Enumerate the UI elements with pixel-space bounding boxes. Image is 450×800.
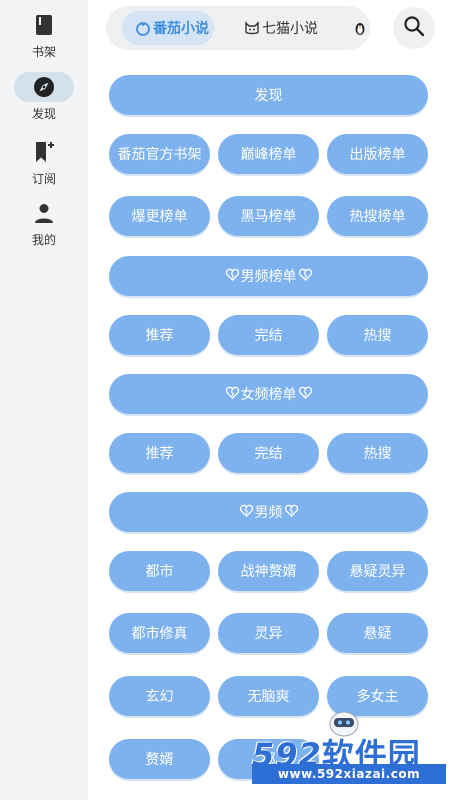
discover-header-button[interactable]: 发现 bbox=[109, 75, 428, 115]
male-rank-label: 男频榜单 bbox=[240, 269, 297, 285]
genre-supernatural-button[interactable]: 灵异 bbox=[218, 613, 319, 653]
fanqie-official-shelf-button[interactable]: 番茄官方书架 bbox=[109, 134, 210, 174]
discover-panel: 发现 番茄官方书架 巅峰榜单 出版榜单 爆更榜单 黑马榜单 热搜榜单 男频榜单 … bbox=[0, 0, 450, 800]
publish-rank-button[interactable]: 出版榜单 bbox=[327, 134, 428, 174]
hot-update-rank-button[interactable]: 爆更榜单 bbox=[109, 196, 210, 236]
female-rank-hot-search-button[interactable]: 热搜 bbox=[327, 433, 428, 473]
genre-suspense-button[interactable]: 悬疑 bbox=[327, 613, 428, 653]
genre-war-god-button[interactable]: 战神赘婿 bbox=[218, 551, 319, 591]
watermark-url: www.592xiazai.com bbox=[252, 764, 446, 784]
genre-son-in-law-button[interactable]: 赘婿 bbox=[109, 739, 210, 779]
broken-heart-icon bbox=[297, 386, 314, 403]
broken-heart-icon bbox=[283, 504, 300, 521]
female-rank-label: 女频榜单 bbox=[240, 387, 297, 403]
male-channel-header-button[interactable]: 男频 bbox=[109, 492, 428, 532]
dark-horse-rank-button[interactable]: 黑马榜单 bbox=[218, 196, 319, 236]
peak-rank-button[interactable]: 巅峰榜单 bbox=[218, 134, 319, 174]
broken-heart-icon bbox=[224, 386, 241, 403]
female-rank-finished-button[interactable]: 完结 bbox=[218, 433, 319, 473]
genre-fantasy-button[interactable]: 玄幻 bbox=[109, 676, 210, 716]
male-rank-hot-search-button[interactable]: 热搜 bbox=[327, 315, 428, 355]
hot-search-rank-button[interactable]: 热搜榜单 bbox=[327, 196, 428, 236]
broken-heart-icon bbox=[297, 268, 314, 285]
male-channel-label: 男频 bbox=[254, 505, 283, 521]
male-rank-recommend-button[interactable]: 推荐 bbox=[109, 315, 210, 355]
female-rank-header-button[interactable]: 女频榜单 bbox=[109, 374, 428, 414]
male-rank-finished-button[interactable]: 完结 bbox=[218, 315, 319, 355]
male-rank-header-button[interactable]: 男频榜单 bbox=[109, 256, 428, 296]
genre-urban-cultivation-button[interactable]: 都市修真 bbox=[109, 613, 210, 653]
broken-heart-icon bbox=[224, 268, 241, 285]
female-rank-recommend-button[interactable]: 推荐 bbox=[109, 433, 210, 473]
watermark: 592软件园 www.592xiazai.com bbox=[246, 728, 450, 784]
genre-suspense-supernatural-button[interactable]: 悬疑灵异 bbox=[327, 551, 428, 591]
genre-urban-button[interactable]: 都市 bbox=[109, 551, 210, 591]
broken-heart-icon bbox=[238, 504, 255, 521]
genre-no-brain-button[interactable]: 无脑爽 bbox=[218, 676, 319, 716]
